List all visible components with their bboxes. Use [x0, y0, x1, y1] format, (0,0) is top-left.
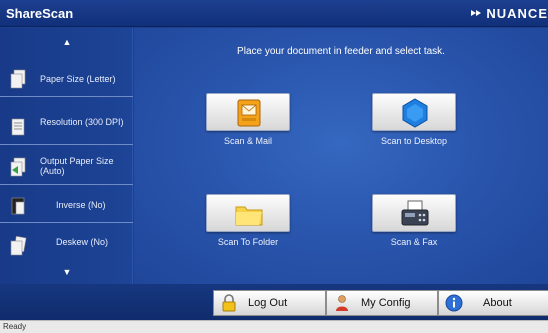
sidebar-item-label: Output Paper Size (Auto) [40, 156, 114, 176]
scroll-up-arrow-icon[interactable]: ▲ [62, 38, 72, 47]
output-paper-size-icon [10, 157, 26, 177]
inverse-icon [11, 197, 25, 215]
fax-icon [401, 200, 429, 226]
task-label: Scan to Desktop [380, 136, 448, 146]
settings-sidebar: ▲ Paper Size (Letter) Resolution (300 DP… [0, 28, 133, 284]
scan-and-fax-button[interactable]: Scan & Fax [372, 194, 464, 250]
my-config-label: My Config [361, 297, 411, 309]
sidebar-item-inverse[interactable]: Inverse (No) [0, 187, 133, 223]
scan-to-desktop-button[interactable]: Scan to Desktop [372, 93, 464, 149]
task-tile[interactable] [206, 93, 290, 131]
scan-and-mail-button[interactable]: Scan & Mail [206, 93, 298, 149]
task-label: Scan To Folder [217, 237, 279, 247]
task-tile[interactable] [206, 194, 290, 232]
app-title: ShareScan [6, 6, 74, 21]
status-bar: Ready [0, 320, 548, 333]
about-button[interactable]: About [438, 290, 548, 316]
sidebar-item-paper-size[interactable]: Paper Size (Letter) [0, 61, 133, 97]
log-out-label: Log Out [248, 297, 288, 309]
log-out-button[interactable]: Log Out [213, 290, 326, 316]
mail-icon [237, 99, 261, 127]
instruction-text: Place your document in feeder and select… [237, 46, 445, 57]
nuance-mark-icon [471, 10, 482, 16]
sidebar-item-resolution[interactable]: Resolution (300 DPI) [0, 109, 133, 145]
scan-to-folder-button[interactable]: Scan To Folder [206, 194, 298, 250]
task-tile[interactable] [372, 93, 456, 131]
resolution-icon [11, 118, 25, 136]
task-tile[interactable] [372, 194, 456, 232]
folder-icon [235, 206, 263, 226]
sidebar-item-label: Deskew (No) [56, 237, 109, 247]
sidebar-item-output-paper-size[interactable]: Output Paper Size (Auto) [0, 149, 133, 185]
paper-size-icon [10, 69, 26, 89]
sidebar-item-label: Inverse (No) [56, 200, 106, 210]
brand-name: NUANCE [486, 6, 548, 21]
sidebar-item-label: Paper Size (Letter) [40, 74, 116, 84]
info-icon [445, 294, 463, 312]
sidebar-item-label: Resolution (300 DPI) [40, 117, 124, 127]
task-label: Scan & Fax [390, 237, 438, 247]
footer-bar: Log Out My Config About [0, 284, 548, 320]
sharescan-window: ShareScan NUANCE ▲ Paper Size (Letter) R… [0, 0, 548, 333]
status-text: Ready [3, 322, 27, 331]
lock-icon [222, 294, 236, 312]
task-label: Scan & Mail [223, 136, 273, 146]
scroll-down-arrow-icon[interactable]: ▼ [62, 268, 72, 277]
my-config-button[interactable]: My Config [326, 290, 438, 316]
sidebar-item-deskew[interactable]: Deskew (No) [0, 227, 133, 263]
user-icon [336, 295, 348, 311]
about-label: About [483, 297, 512, 309]
task-panel: Place your document in feeder and select… [134, 28, 548, 284]
title-bar: ShareScan NUANCE [0, 0, 548, 27]
brand-logo: NUANCE [470, 6, 548, 21]
desktop-icon [402, 98, 428, 128]
deskew-icon [10, 236, 27, 256]
